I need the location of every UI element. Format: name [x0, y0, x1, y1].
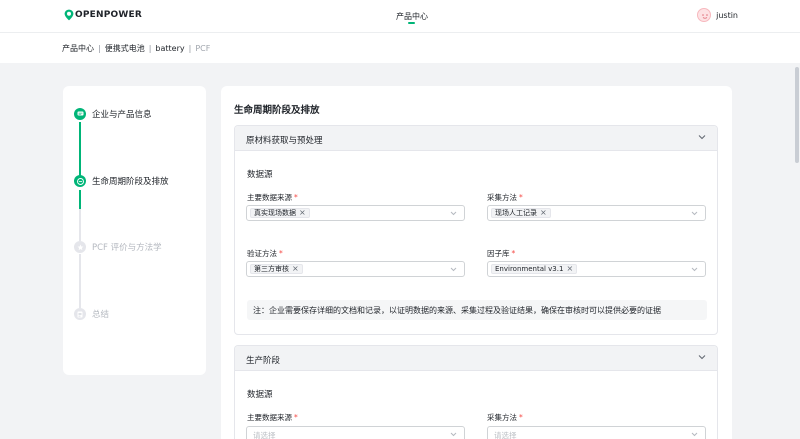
step-connector — [79, 190, 81, 209]
field-label-primary-source: 主要数据来源 * — [247, 193, 298, 202]
breadcrumb-item-battery[interactable]: battery — [155, 44, 184, 53]
step-pcf-evaluation[interactable]: PCF 评价与方法学 — [74, 241, 162, 253]
section-title: 生产阶段 — [246, 356, 281, 366]
scrollbar-thumb[interactable] — [795, 67, 799, 163]
chevron-down-icon — [691, 211, 698, 216]
nav-active-indicator — [408, 22, 415, 24]
step-company-product-info[interactable]: 企业与产品信息 — [74, 108, 152, 120]
step-label: 生命周期阶段及排放 — [92, 177, 169, 187]
close-icon[interactable]: × — [540, 209, 547, 217]
step-label: PCF 评价与方法学 — [92, 243, 162, 253]
selected-tag: 第三方审核 × — [250, 264, 303, 274]
page-title: 生命周期阶段及排放 — [234, 105, 320, 116]
selected-tag: Environmental v3.1 × — [491, 264, 578, 274]
field-label-collection-method: 采集方法 * — [487, 413, 523, 422]
star-icon — [74, 241, 86, 253]
breadcrumb: 产品中心 | 便携式电池 | battery | PCF — [62, 43, 210, 54]
breadcrumb-separator: | — [98, 44, 101, 53]
breadcrumb-item-product-center[interactable]: 产品中心 — [62, 43, 94, 54]
close-icon[interactable]: × — [292, 265, 299, 273]
selected-tag: 现场人工记录 × — [491, 208, 551, 218]
breadcrumb-separator: | — [148, 44, 152, 53]
document-icon — [74, 308, 86, 320]
field-label-factor-library: 因子库 * — [487, 249, 516, 258]
user-menu[interactable]: justin — [697, 8, 738, 22]
field-label-verification: 验证方法 * — [247, 249, 283, 258]
brand-logo[interactable]: OPENPOWER — [64, 9, 142, 21]
data-source-label: 数据源 — [247, 390, 273, 400]
chevron-down-icon — [450, 211, 457, 216]
step-label: 企业与产品信息 — [92, 110, 152, 120]
step-summary[interactable]: 总结 — [74, 308, 109, 320]
progress-stepper: 企业与产品信息 生命周期阶段及排放 PCF 评价与方法学 总结 — [63, 86, 206, 375]
breadcrumb-current: PCF — [195, 44, 211, 53]
main-form-card: 生命周期阶段及排放 原材料获取与预处理 数据源 主要数据来源 * 真实现场数据 × … — [221, 86, 732, 439]
chevron-down-icon — [691, 432, 698, 437]
breadcrumb-item-portable-battery[interactable]: 便携式电池 — [105, 43, 145, 54]
minus-icon — [74, 175, 86, 187]
chevron-down-icon[interactable] — [698, 354, 706, 360]
factor-library-select[interactable]: Environmental v3.1 × — [487, 261, 706, 277]
user-name: justin — [716, 10, 738, 20]
section-header-production[interactable]: 生产阶段 — [235, 346, 717, 371]
chevron-down-icon — [450, 432, 457, 437]
selected-tag: 真实现场数据 × — [250, 208, 310, 218]
production-collection-method-select[interactable]: 请选择 — [487, 426, 706, 439]
step-connector — [79, 122, 81, 181]
close-icon[interactable]: × — [566, 265, 573, 273]
breadcrumb-separator: | — [188, 44, 192, 53]
section-title: 原材料获取与预处理 — [246, 136, 323, 146]
top-navigation-bar: OPENPOWER 产品中心 justin — [0, 0, 800, 33]
brand-name: OPENPOWER — [75, 10, 142, 20]
step-lifecycle-emissions[interactable]: 生命周期阶段及排放 — [74, 175, 169, 187]
message-icon — [74, 108, 86, 120]
location-pin-icon — [64, 9, 74, 21]
nav-product-center[interactable]: 产品中心 — [396, 11, 428, 22]
data-source-label: 数据源 — [247, 170, 273, 180]
select-placeholder: 请选择 — [253, 431, 276, 439]
step-connector — [79, 254, 81, 308]
close-icon[interactable]: × — [299, 209, 306, 217]
breadcrumb-bar: 产品中心 | 便携式电池 | battery | PCF — [0, 33, 800, 63]
verification-method-select[interactable]: 第三方审核 × — [246, 261, 465, 277]
chevron-down-icon — [450, 267, 457, 272]
chevron-down-icon[interactable] — [698, 134, 706, 140]
page-scrollbar[interactable] — [793, 63, 800, 439]
field-label-primary-source: 主要数据来源 * — [247, 413, 298, 422]
primary-source-select[interactable]: 真实现场数据 × — [246, 205, 465, 221]
production-primary-source-select[interactable]: 请选择 — [246, 426, 465, 439]
section-header-raw-material[interactable]: 原材料获取与预处理 — [235, 126, 717, 151]
evidence-note: 注：企业需要保存详细的文档和记录，以证明数据的来源、采集过程及验证结果，确保在审… — [247, 300, 707, 320]
collection-method-select[interactable]: 现场人工记录 × — [487, 205, 706, 221]
avatar-face-icon — [702, 14, 708, 19]
chevron-down-icon — [691, 267, 698, 272]
avatar[interactable] — [697, 8, 712, 22]
section-production: 生产阶段 数据源 主要数据来源 * 请选择 采集方法 * 请选择 — [234, 345, 718, 439]
step-label: 总结 — [92, 310, 110, 320]
field-label-collection-method: 采集方法 * — [487, 193, 523, 202]
select-placeholder: 请选择 — [494, 431, 517, 439]
step-connector — [79, 209, 81, 241]
section-raw-material: 原材料获取与预处理 数据源 主要数据来源 * 真实现场数据 × 采集方法 * 现场人工… — [234, 125, 718, 335]
